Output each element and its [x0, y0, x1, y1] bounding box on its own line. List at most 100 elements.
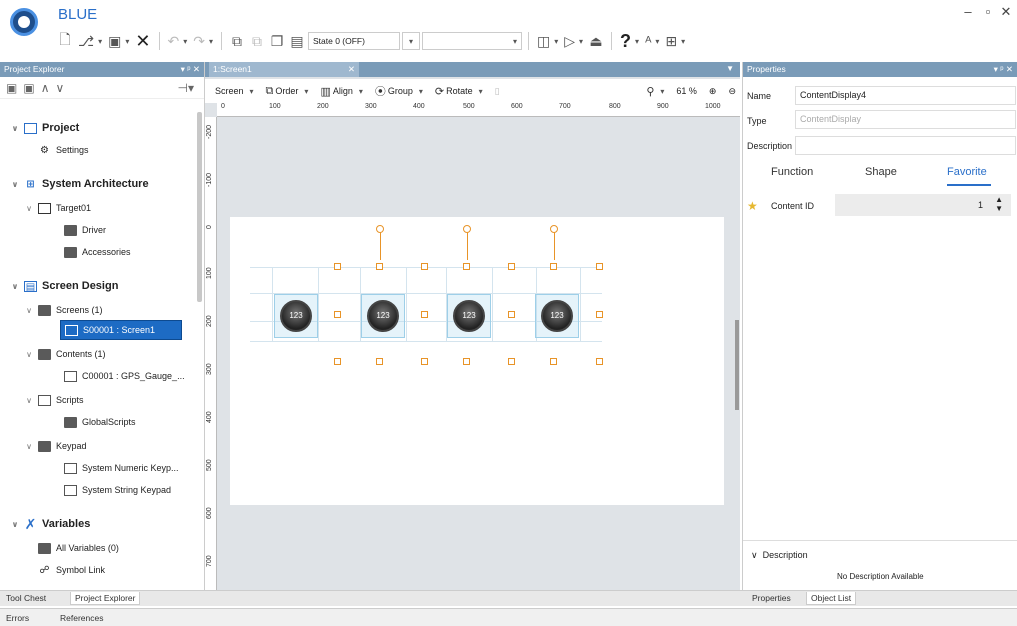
chevron-down-icon[interactable]: ∨ [24, 306, 34, 315]
chevron-down-icon[interactable]: ∨ [24, 204, 34, 213]
rotate-handle[interactable] [376, 225, 384, 233]
tree-item-contents[interactable]: ∨ Contents (1) [26, 344, 106, 364]
minimize-icon[interactable]: – [960, 4, 976, 19]
screen-dropdown[interactable]: Screen ▾ [211, 86, 258, 96]
tree-item-screens[interactable]: ∨ Screens (1) [26, 300, 103, 320]
play-icon[interactable]: ▷ ▾ [562, 31, 585, 51]
tree-item-project[interactable]: ∨ Project [12, 118, 80, 138]
chevron-down-icon[interactable]: ∨ [10, 124, 20, 133]
content-display-4[interactable]: 123 [535, 294, 579, 338]
chevron-down-icon[interactable]: ∨ [10, 180, 20, 189]
resize-handle[interactable] [596, 263, 603, 270]
chevron-down-icon[interactable]: ∨ [24, 350, 34, 359]
delete-icon[interactable]: ✕ [133, 31, 152, 51]
tree-item-content-gauge[interactable]: C00001 : GPS_Gauge_... [64, 366, 185, 386]
tab-project-explorer[interactable]: Project Explorer [70, 592, 141, 605]
tree-item-globalscripts[interactable]: GlobalScripts [64, 412, 136, 432]
properties-page-icon[interactable]: ▯ [491, 86, 504, 97]
chevron-down-icon[interactable]: ∨ [10, 520, 20, 529]
tab-menu-icon[interactable]: ▼ [726, 64, 734, 73]
copy-icon[interactable]: ⧉ [228, 31, 246, 51]
undo-icon[interactable]: ↶ ▾ [166, 31, 190, 51]
move-up-icon[interactable]: ∧ [41, 81, 50, 95]
tab-references[interactable]: References [56, 612, 107, 624]
cut-icon[interactable]: ⧉ [248, 31, 266, 51]
resize-handle[interactable] [508, 263, 515, 270]
tab-object-list[interactable]: Object List [806, 592, 857, 605]
resize-handle[interactable] [334, 263, 341, 270]
tree-item-screen1[interactable]: S00001 : Screen1 [60, 320, 182, 340]
zoom-fit-icon[interactable]: ⊖ [724, 86, 740, 97]
tab-errors[interactable]: Errors [2, 612, 33, 624]
name-field[interactable]: ContentDisplay4 [795, 86, 1016, 105]
tree-item-system-architecture[interactable]: ∨ ⊞ System Architecture [12, 174, 149, 194]
tree-item-numeric-keypad[interactable]: System Numeric Keyp... [64, 458, 179, 478]
tab-function[interactable]: Function [771, 166, 813, 178]
tree-item-settings[interactable]: ⚙ Settings [38, 140, 89, 160]
resize-handle[interactable] [376, 358, 383, 365]
resize-handle[interactable] [421, 263, 428, 270]
panel-pin-icon[interactable]: ▾ ᵖ ✕ [994, 62, 1013, 77]
order-dropdown[interactable]: ⧉ Order ▾ [262, 85, 313, 98]
rotate-handle[interactable] [463, 225, 471, 233]
tree-item-driver[interactable]: Driver [64, 220, 106, 240]
zoom-in-icon[interactable]: ⊕ [705, 86, 721, 97]
download-icon[interactable]: ⏏ [587, 31, 605, 51]
explorer-scrollbar[interactable] [197, 112, 202, 302]
panel-pin-icon[interactable]: ▾ ᵖ ✕ [181, 62, 200, 77]
resize-handle[interactable] [508, 311, 515, 318]
resize-handle[interactable] [550, 358, 557, 365]
rotate-dropdown[interactable]: ⟳ Rotate ▾ [431, 85, 487, 98]
new-item-icon[interactable]: ▣ [6, 81, 17, 95]
state-combo[interactable]: State 0 (OFF) [308, 32, 400, 50]
open-icon[interactable]: ⎇ ▾ [76, 31, 104, 51]
resize-handle[interactable] [421, 311, 428, 318]
layout-icon[interactable]: ◫ ▾ [535, 31, 560, 51]
content-display-3[interactable]: 123 [447, 294, 491, 338]
maximize-icon[interactable]: ▫ [980, 4, 996, 19]
tree-item-accessories[interactable]: Accessories [64, 242, 131, 262]
new-file-icon[interactable]: 🗋 [56, 31, 74, 51]
redo-icon[interactable]: ↷ ▾ [191, 31, 215, 51]
duplicate-icon[interactable]: ❐ [268, 31, 286, 51]
resize-handle[interactable] [463, 358, 470, 365]
stepper-arrows-icon[interactable]: ▲ ▼ [995, 195, 1003, 213]
secondary-combo[interactable]: ▾ [422, 32, 522, 50]
tree-item-keypad[interactable]: ∨ Keypad [26, 436, 87, 456]
tab-shape[interactable]: Shape [865, 166, 897, 178]
tab-close-icon[interactable]: ✕ [348, 62, 355, 77]
resize-handle[interactable] [334, 358, 341, 365]
rotate-handle[interactable] [550, 225, 558, 233]
state-combo-dropdown[interactable]: ▾ [402, 32, 420, 50]
content-display-1[interactable]: 123 [274, 294, 318, 338]
resize-handle[interactable] [463, 263, 470, 270]
font-icon[interactable]: ᴬ ▾ [643, 31, 661, 51]
new-folder-icon[interactable]: ▣ [23, 81, 34, 95]
save-icon[interactable]: ▣ ▾ [106, 31, 131, 51]
paste-icon[interactable]: ▤ [288, 31, 306, 51]
resize-handle[interactable] [596, 311, 603, 318]
zoom-dropdown[interactable]: ⚲ ▾ [642, 85, 668, 98]
group-dropdown[interactable]: ⦿ Group ▾ [371, 83, 427, 99]
tab-screen1[interactable]: 1:Screen1 ✕ [209, 62, 359, 77]
close-icon[interactable]: ✕ [998, 4, 1014, 20]
help-icon[interactable]: ? ▾ [618, 31, 641, 51]
tree-item-all-variables[interactable]: All Variables (0) [38, 538, 119, 558]
tree-item-variables[interactable]: ∨ ✗ Variables [12, 514, 91, 534]
tree-item-scripts[interactable]: ∨ Scripts [26, 390, 84, 410]
tree-item-target01[interactable]: ∨ Target01 [26, 198, 91, 218]
chevron-down-icon[interactable]: ∨ [24, 396, 34, 405]
editor-vertical-scrollbar[interactable] [735, 320, 739, 410]
description-field[interactable] [795, 136, 1016, 155]
tree-item-string-keypad[interactable]: System String Keypad [64, 480, 171, 500]
tab-tool-chest[interactable]: Tool Chest [2, 592, 50, 604]
resize-handle[interactable] [596, 358, 603, 365]
star-icon[interactable]: ★ [747, 199, 758, 213]
tab-favorite[interactable]: Favorite [947, 166, 987, 178]
pin-icon[interactable]: ⊣▾ [178, 81, 194, 95]
description-section-toggle[interactable]: ∨ Description [751, 550, 808, 561]
content-id-stepper[interactable]: 1 ▲ ▼ [835, 194, 1011, 216]
tab-properties[interactable]: Properties [748, 592, 795, 604]
resize-handle[interactable] [508, 358, 515, 365]
move-down-icon[interactable]: ∨ [55, 81, 64, 95]
